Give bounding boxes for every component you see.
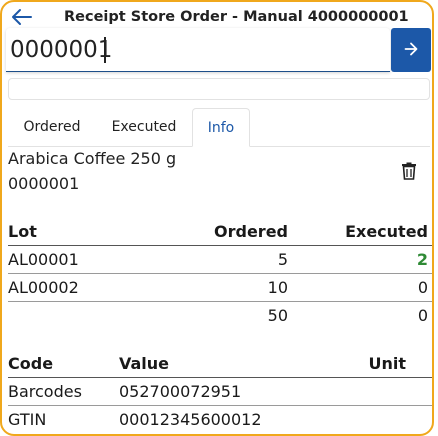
executed-total-cell: 0 <box>417 306 428 325</box>
table-header-row: Code Value Unit <box>8 350 432 378</box>
scan-row <box>6 28 432 74</box>
table-row[interactable]: AL00001 5 2 <box>8 246 432 274</box>
product-code: 0000001 <box>8 174 80 193</box>
ordered-cell: 5 <box>277 250 288 269</box>
submit-button[interactable] <box>391 28 431 72</box>
codes-table: Code Value Unit Barcodes 052700072951 GT… <box>8 350 432 433</box>
header-unit: Unit <box>368 354 406 373</box>
table-header-row: Lot Ordered Executed <box>8 218 432 246</box>
page-title: Receipt Store Order - Manual 4000000001 <box>64 9 409 25</box>
value-cell: 00012345600012 <box>119 410 262 429</box>
tab-info[interactable]: Info <box>192 108 250 147</box>
product-name: Arabica Coffee 250 g <box>8 149 177 168</box>
tab-executed[interactable]: Executed <box>100 108 188 146</box>
trash-icon[interactable] <box>401 162 419 182</box>
arrow-left-icon[interactable] <box>10 5 34 29</box>
header-executed: Executed <box>345 222 428 241</box>
unit-cell <box>308 406 406 433</box>
table-row: GTIN 00012345600012 <box>8 406 432 433</box>
ordered-cell: 10 <box>267 278 288 297</box>
ordered-total-cell: 50 <box>267 306 288 325</box>
app-frame: Receipt Store Order - Manual 4000000001 … <box>0 0 438 436</box>
tab-label: Executed <box>111 119 177 135</box>
tab-ordered[interactable]: Ordered <box>8 108 96 146</box>
executed-cell: 2 <box>416 250 428 269</box>
lot-cell: AL00001 <box>8 250 79 269</box>
code-cell: GTIN <box>8 410 47 429</box>
scan-input[interactable] <box>6 28 390 72</box>
lot-cell: AL00002 <box>8 278 79 297</box>
arrow-right-icon <box>404 41 418 60</box>
header: Receipt Store Order - Manual 4000000001 <box>10 4 409 30</box>
code-cell: Barcodes <box>8 382 82 401</box>
value-cell: 052700072951 <box>119 382 242 401</box>
empty-field[interactable] <box>8 78 430 100</box>
table-row[interactable]: AL00002 10 0 <box>8 274 432 302</box>
header-ordered: Ordered <box>214 222 288 241</box>
header-value: Value <box>119 354 170 373</box>
tab-bar: Ordered Executed Info <box>8 108 430 147</box>
lots-table: Lot Ordered Executed AL00001 5 2 AL00002… <box>8 218 432 329</box>
text-caret <box>104 37 106 63</box>
table-row: Barcodes 052700072951 <box>8 378 432 406</box>
table-total-row: 50 0 <box>8 302 432 329</box>
header-lot: Lot <box>8 222 37 241</box>
executed-cell: 0 <box>417 278 428 297</box>
unit-cell <box>308 378 406 405</box>
header-code: Code <box>8 354 54 373</box>
tab-label: Info <box>207 119 235 136</box>
tab-label: Ordered <box>23 119 81 135</box>
